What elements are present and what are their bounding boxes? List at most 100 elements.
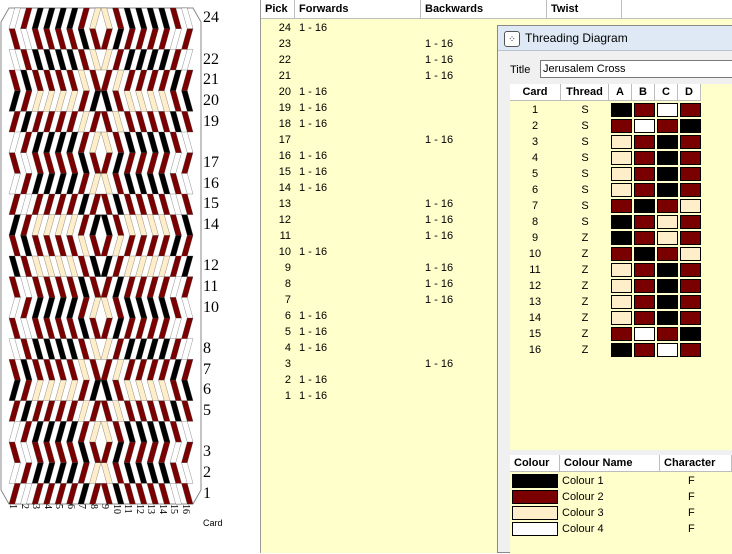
hole-a-colour-cell[interactable] [611, 135, 632, 149]
colour-column-header[interactable]: Colour [510, 455, 560, 472]
hole-b-colour-cell[interactable] [634, 167, 655, 181]
card-row[interactable]: 1S [510, 102, 732, 118]
thread-direction[interactable]: S [561, 166, 609, 182]
thread-direction[interactable]: Z [561, 278, 609, 294]
hole-b-colour-cell[interactable] [634, 199, 655, 213]
thread-direction[interactable]: Z [561, 246, 609, 262]
hole-c-colour-cell[interactable] [657, 279, 678, 293]
colour-row[interactable]: Colour 4 F [510, 521, 732, 537]
hole-d-colour-cell[interactable] [680, 167, 701, 181]
hole-c-colour-cell[interactable] [657, 215, 678, 229]
pick-column-header[interactable]: Pick [261, 0, 295, 18]
hole-c-colour-cell[interactable] [657, 247, 678, 261]
card-row[interactable]: 11 Z [510, 262, 732, 278]
hole-a-colour-cell[interactable] [611, 119, 632, 133]
thread-direction[interactable]: S [561, 102, 609, 118]
backwards-column-header[interactable]: Backwards [421, 0, 547, 18]
thread-direction[interactable]: S [561, 150, 609, 166]
hole-a-colour-cell[interactable] [611, 231, 632, 245]
hole-d-colour-cell[interactable] [680, 343, 701, 357]
hole-c-colour-cell[interactable] [657, 103, 678, 117]
hole-c-colour-cell[interactable] [657, 199, 678, 213]
hole-b-colour-cell[interactable] [634, 151, 655, 165]
thread-direction[interactable]: S [561, 214, 609, 230]
hole-d-colour-cell[interactable] [680, 183, 701, 197]
thread-direction[interactable]: Z [561, 326, 609, 342]
card-row[interactable]: 4S [510, 150, 732, 166]
thread-direction[interactable]: S [561, 134, 609, 150]
card-row[interactable]: 6S [510, 182, 732, 198]
hole-b-colour-cell[interactable] [634, 135, 655, 149]
hole-c-colour-cell[interactable] [657, 135, 678, 149]
hole-b-colour-cell[interactable] [634, 183, 655, 197]
colour-swatch[interactable] [512, 490, 558, 504]
thread-direction[interactable]: Z [561, 342, 609, 358]
hole-b-colour-cell[interactable] [634, 231, 655, 245]
hole-b-header[interactable]: B [632, 84, 655, 101]
hole-a-colour-cell[interactable] [611, 215, 632, 229]
hole-d-colour-cell[interactable] [680, 279, 701, 293]
hole-d-colour-cell[interactable] [680, 199, 701, 213]
card-row[interactable]: 12 Z [510, 278, 732, 294]
hole-d-colour-cell[interactable] [680, 215, 701, 229]
hole-c-colour-cell[interactable] [657, 167, 678, 181]
hole-a-header[interactable]: A [609, 84, 632, 101]
hole-b-colour-cell[interactable] [634, 311, 655, 325]
card-row[interactable]: 9Z [510, 230, 732, 246]
hole-d-colour-cell[interactable] [680, 135, 701, 149]
hole-a-colour-cell[interactable] [611, 263, 632, 277]
card-row[interactable]: 14 Z [510, 310, 732, 326]
hole-b-colour-cell[interactable] [634, 295, 655, 309]
hole-c-colour-cell[interactable] [657, 231, 678, 245]
hole-a-colour-cell[interactable] [611, 167, 632, 181]
thread-direction[interactable]: Z [561, 230, 609, 246]
thread-direction[interactable]: S [561, 198, 609, 214]
card-row[interactable]: 16 Z [510, 342, 732, 358]
hole-b-colour-cell[interactable] [634, 247, 655, 261]
hole-a-colour-cell[interactable] [611, 327, 632, 341]
colour-swatch[interactable] [512, 522, 558, 536]
hole-a-colour-cell[interactable] [611, 279, 632, 293]
colour-swatch[interactable] [512, 474, 558, 488]
hole-b-colour-cell[interactable] [634, 263, 655, 277]
hole-c-colour-cell[interactable] [657, 343, 678, 357]
colour-swatch[interactable] [512, 506, 558, 520]
hole-d-colour-cell[interactable] [680, 103, 701, 117]
hole-b-colour-cell[interactable] [634, 343, 655, 357]
hole-c-colour-cell[interactable] [657, 295, 678, 309]
hole-d-colour-cell[interactable] [680, 119, 701, 133]
hole-b-colour-cell[interactable] [634, 327, 655, 341]
card-row[interactable]: 3S [510, 134, 732, 150]
colour-name-column-header[interactable]: Colour Name [560, 455, 660, 472]
title-input[interactable] [540, 60, 732, 78]
hole-c-colour-cell[interactable] [657, 263, 678, 277]
hole-a-colour-cell[interactable] [611, 199, 632, 213]
colour-palette[interactable]: Colour Colour Name Character Colour 1 F Co… [510, 455, 732, 554]
card-row[interactable]: 10 Z [510, 246, 732, 262]
hole-d-header[interactable]: D [678, 84, 701, 101]
hole-a-colour-cell[interactable] [611, 103, 632, 117]
hole-d-colour-cell[interactable] [680, 151, 701, 165]
hole-b-colour-cell[interactable] [634, 279, 655, 293]
card-row[interactable]: 8S [510, 214, 732, 230]
colour-row[interactable]: Colour 3 F [510, 505, 732, 521]
hole-c-colour-cell[interactable] [657, 151, 678, 165]
card-row[interactable]: 13 Z [510, 294, 732, 310]
hole-c-colour-cell[interactable] [657, 327, 678, 341]
thread-direction[interactable]: S [561, 118, 609, 134]
thread-direction[interactable]: Z [561, 294, 609, 310]
hole-d-colour-cell[interactable] [680, 263, 701, 277]
hole-c-header[interactable]: C [655, 84, 678, 101]
hole-b-colour-cell[interactable] [634, 103, 655, 117]
threading-grid[interactable]: Card Thread A B C D 1 S 2 S 3 S 4 S 5 S 6 S 7 S 8 S 9 Z 10… [510, 84, 732, 450]
thread-direction[interactable]: S [561, 182, 609, 198]
hole-a-colour-cell[interactable] [611, 311, 632, 325]
card-row[interactable]: 5S [510, 166, 732, 182]
hole-a-colour-cell[interactable] [611, 295, 632, 309]
hole-a-colour-cell[interactable] [611, 151, 632, 165]
threading-diagram-window[interactable]: ⁘ Threading Diagram Title Card Thread A … [497, 25, 732, 554]
thread-column-header[interactable]: Thread [561, 84, 609, 101]
hole-b-colour-cell[interactable] [634, 215, 655, 229]
hole-c-colour-cell[interactable] [657, 183, 678, 197]
hole-a-colour-cell[interactable] [611, 247, 632, 261]
